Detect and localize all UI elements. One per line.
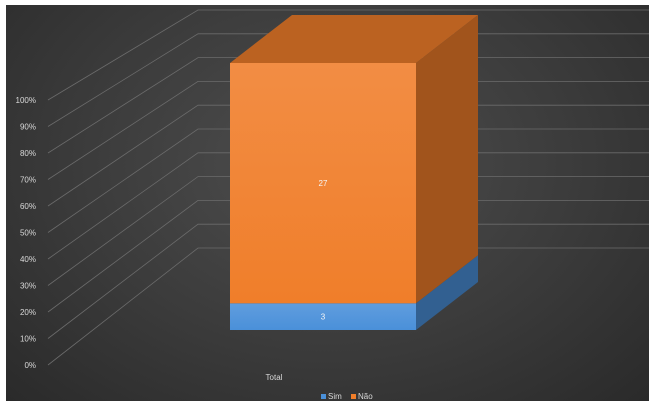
legend-swatch	[351, 394, 356, 399]
y-tick-label: 50%	[20, 229, 36, 238]
bar-group: 3 27	[230, 15, 478, 330]
y-tick-label: 90%	[20, 123, 36, 132]
chart-area: 3 27 0% 10% 20% 30% 40% 50% 60% 70% 80% 90% 100% To…	[6, 5, 649, 401]
y-tick-label: 30%	[20, 282, 36, 291]
y-tick-label: 80%	[20, 149, 36, 158]
y-tick-label: 100%	[16, 96, 36, 105]
stacked-3d-bar-chart: 3 27 0% 10% 20% 30% 40% 50% 60% 70% 80% 90% 100% To…	[16, 9, 649, 401]
bar-side-não	[416, 15, 478, 304]
x-axis-categories: Total	[266, 373, 283, 382]
y-tick-label: 40%	[20, 255, 36, 264]
data-label: 27	[319, 179, 328, 188]
legend-swatch	[321, 394, 326, 399]
y-tick-label: 70%	[20, 176, 36, 185]
y-tick-label: 0%	[24, 361, 36, 370]
y-tick-label: 10%	[20, 335, 36, 344]
y-axis-ticks: 0% 10% 20% 30% 40% 50% 60% 70% 80% 90% 100%	[16, 96, 36, 370]
legend-label: Não	[358, 392, 373, 401]
legend-label: Sim	[328, 392, 342, 401]
data-label: 3	[321, 313, 326, 322]
x-category-label: Total	[266, 373, 283, 382]
y-tick-label: 60%	[20, 202, 36, 211]
legend: Sim Não	[321, 392, 373, 401]
y-tick-label: 20%	[20, 308, 36, 317]
